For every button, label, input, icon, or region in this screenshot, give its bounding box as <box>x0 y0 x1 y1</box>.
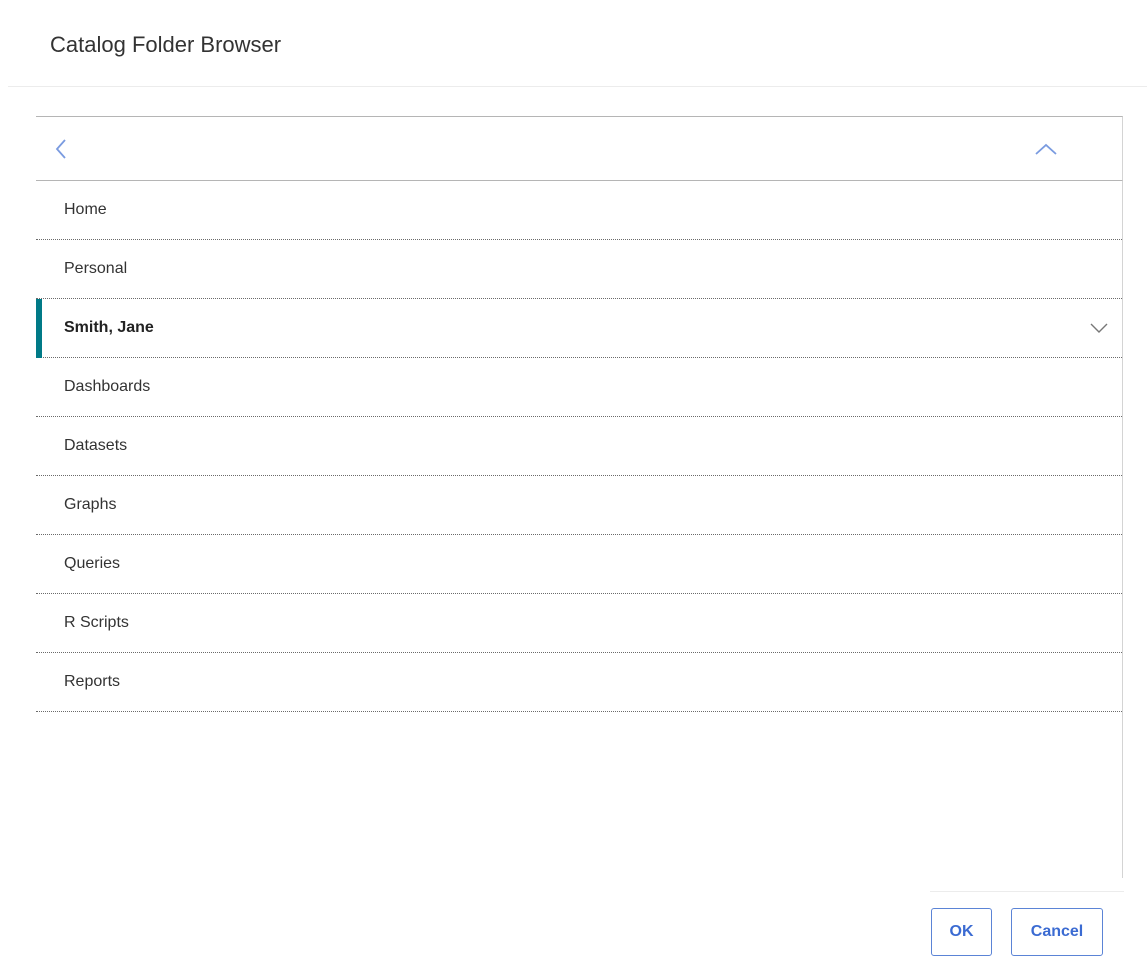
back-button[interactable] <box>48 135 76 163</box>
folder-item-personal[interactable]: Personal <box>36 240 1122 299</box>
catalog-folder-browser-dialog: Catalog Folder Browser Home Personal Smi… <box>0 0 1147 958</box>
dialog-header: Catalog Folder Browser <box>8 0 1147 87</box>
folder-item-label: R Scripts <box>64 614 129 631</box>
folder-item-label: Datasets <box>64 437 128 454</box>
folder-item-datasets[interactable]: Datasets <box>36 417 1122 476</box>
chevron-up-icon <box>1035 143 1057 155</box>
chevron-left-icon <box>55 139 66 159</box>
collapse-up-button[interactable] <box>1032 135 1060 163</box>
folder-item-label: Graphs <box>64 496 117 513</box>
folder-item-label: Home <box>64 201 107 218</box>
cancel-button[interactable]: Cancel <box>1011 908 1103 956</box>
folder-item-queries[interactable]: Queries <box>36 535 1122 594</box>
folder-item-smith-jane[interactable]: Smith, Jane <box>36 299 1122 358</box>
folder-item-label: Personal <box>64 260 128 277</box>
folder-list: Home Personal Smith, Jane Dashboards Dat… <box>36 181 1123 878</box>
dialog-footer: OK Cancel <box>930 891 1124 958</box>
folder-item-home[interactable]: Home <box>36 181 1122 240</box>
folder-item-label: Smith, Jane <box>64 319 154 336</box>
folder-browser: Home Personal Smith, Jane Dashboards Dat… <box>36 116 1123 878</box>
folder-item-dashboards[interactable]: Dashboards <box>36 358 1122 417</box>
selected-indicator <box>36 299 42 358</box>
folder-item-reports[interactable]: Reports <box>36 653 1122 712</box>
chevron-down-icon <box>1090 323 1108 333</box>
folder-item-r-scripts[interactable]: R Scripts <box>36 594 1122 653</box>
dialog-title: Catalog Folder Browser <box>50 32 282 57</box>
ok-button[interactable]: OK <box>931 908 992 956</box>
folder-item-label: Dashboards <box>64 378 151 395</box>
expand-folder-button[interactable] <box>1088 317 1110 339</box>
navigation-bar <box>36 116 1123 181</box>
folder-item-label: Queries <box>64 555 121 572</box>
folder-item-label: Reports <box>64 673 121 690</box>
folder-item-graphs[interactable]: Graphs <box>36 476 1122 535</box>
